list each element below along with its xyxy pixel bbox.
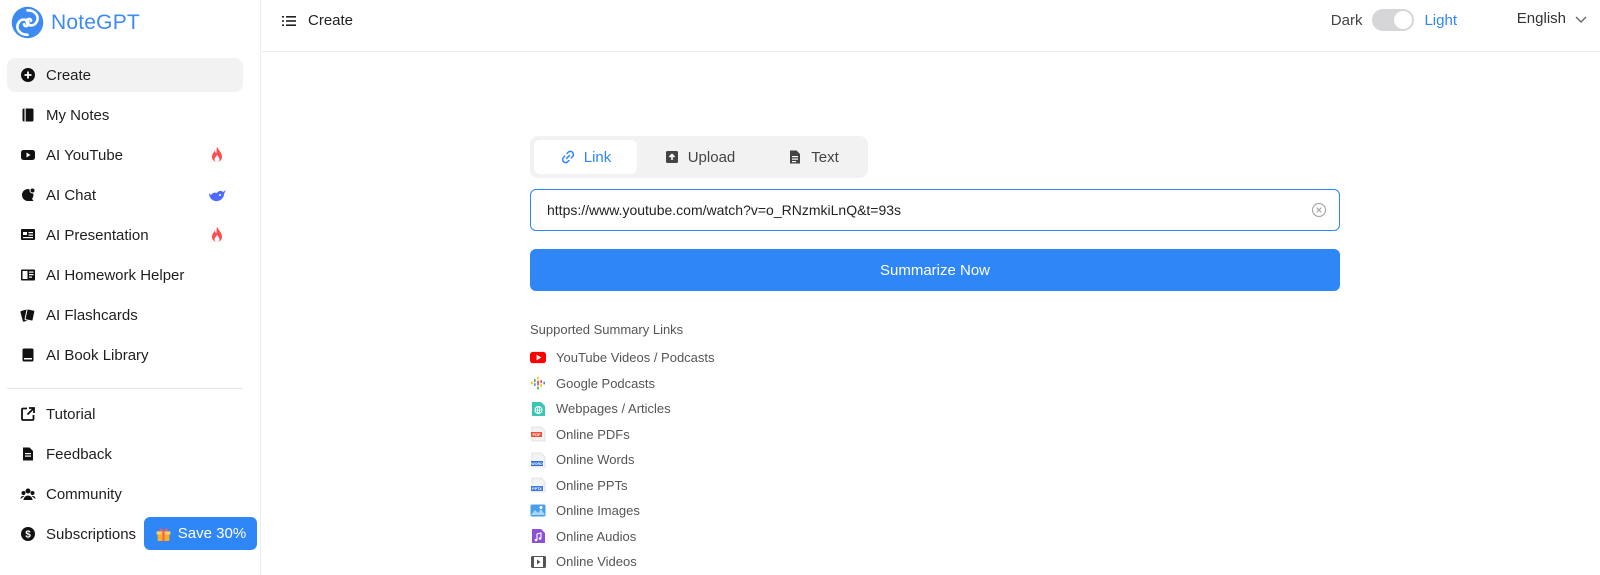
sidebar-item-label: Feedback [46, 445, 112, 463]
homework-icon [19, 266, 37, 284]
sidebar-item-label: AI Chat [46, 186, 97, 204]
sidebar-item-label: AI Presentation [46, 226, 149, 244]
sidebar-item-label: AI YouTube [46, 146, 124, 164]
fire-icon [212, 146, 222, 162]
fire-icon [212, 226, 222, 242]
language-label: English [1516, 10, 1566, 27]
sidebar-item-label: AI Book Library [46, 346, 149, 364]
list-item: WORD Online Words [530, 452, 635, 468]
list-item: YouTube Videos / Podcasts [530, 345, 715, 371]
save-discount-label: Save 30% [177, 525, 247, 542]
url-input-box [530, 189, 1340, 231]
chevron-down-icon [1575, 16, 1587, 23]
language-select[interactable]: English [1517, 10, 1588, 27]
page-title: Create [308, 12, 354, 29]
theme-dark-label: Dark [1330, 11, 1363, 29]
sidebar-item-ai-book-library[interactable]: AI Book Library [7, 338, 243, 372]
google-podcasts-icon [530, 375, 546, 391]
theme-toggle[interactable] [1372, 9, 1415, 31]
logo-text: NoteGPT [51, 10, 140, 34]
ppt-icon: PPTX [530, 477, 546, 493]
list-item: Online Audios [530, 524, 715, 550]
sidebar-divider [7, 388, 243, 389]
svg-text:$: $ [25, 530, 31, 541]
youtube-icon [530, 350, 546, 366]
upload-icon [665, 151, 678, 163]
url-input[interactable] [547, 202, 1311, 218]
sidebar-item-create[interactable]: Create [7, 58, 243, 92]
sidebar-item-ai-homework-helper[interactable]: AI Homework Helper [7, 258, 243, 292]
tab-link[interactable]: Link [534, 140, 637, 174]
word-icon: WORD [530, 452, 546, 468]
supported-links-list: YouTube Videos / Podcasts Google Podcast… [530, 345, 715, 575]
dollar-icon: $ [19, 525, 37, 543]
sidebar-nav: Create My Notes AI YouTube AI Chat AI Pr… [7, 58, 243, 378]
gift-icon [156, 528, 171, 541]
svg-text:PPTX: PPTX [532, 487, 542, 491]
tab-label: Upload [687, 148, 736, 166]
sidebar-item-label: AI Flashcards [46, 306, 138, 324]
theme-switcher: Dark Light [1331, 9, 1457, 31]
audio-icon [530, 528, 546, 544]
sidebar-item-label: Subscriptions [46, 525, 137, 543]
list-item: Google Podcasts [530, 371, 715, 397]
whale-icon [209, 190, 226, 202]
youtube-icon [19, 146, 37, 164]
list-item: Webpages / Articles [530, 396, 715, 422]
video-icon [530, 554, 546, 570]
sidebar-secondary-nav: Tutorial Feedback Community $ Subscripti… [7, 397, 257, 557]
save-discount-button[interactable]: Save 30% [144, 517, 257, 550]
sidebar-item-feedback[interactable]: Feedback [7, 437, 253, 471]
sidebar-item-ai-flashcards[interactable]: AI Flashcards [7, 298, 243, 332]
globe-icon [530, 401, 546, 417]
flashcards-icon [19, 306, 37, 324]
external-link-icon [19, 405, 37, 423]
pdf-icon: PDF [530, 426, 546, 442]
tab-label: Link [583, 148, 612, 166]
tab-label: Text [811, 148, 839, 166]
notegpt-logo-icon [11, 6, 44, 39]
sidebar-item-label: My Notes [46, 106, 110, 124]
sidebar-item-ai-youtube[interactable]: AI YouTube [7, 138, 243, 172]
document-icon [19, 445, 37, 463]
chat-icon [19, 186, 37, 204]
sidebar-item-subscriptions[interactable]: $ Subscriptions Save 30% [7, 517, 257, 551]
tab-upload[interactable]: Upload [637, 140, 762, 174]
input-type-tabs: Link Upload Text [530, 136, 868, 178]
sidebar-item-ai-presentation[interactable]: AI Presentation [7, 218, 243, 252]
sidebar-item-label: Community [46, 485, 122, 503]
menu-toggle-button[interactable]: Create [282, 12, 353, 29]
list-item: PDF Online PDFs [530, 426, 630, 442]
book-icon [19, 346, 37, 364]
tab-text[interactable]: Text [762, 140, 864, 174]
summarize-now-button[interactable]: Summarize Now [530, 249, 1340, 291]
sidebar-item-tutorial[interactable]: Tutorial [7, 397, 253, 431]
logo[interactable]: NoteGPT [10, 5, 140, 40]
svg-text:WORD: WORD [531, 462, 543, 466]
sidebar-item-my-notes[interactable]: My Notes [7, 98, 243, 132]
community-icon [19, 485, 37, 503]
plus-circle-icon [19, 66, 37, 84]
sidebar-item-label: Tutorial [46, 405, 96, 423]
link-icon [561, 150, 574, 164]
sidebar-item-label: Create [46, 66, 92, 84]
list-item: PPTX Online PPTs [530, 477, 628, 493]
presentation-icon [19, 226, 37, 244]
top-header: Create Dark Light English [262, 0, 1600, 52]
list-item: Online Videos [530, 549, 715, 575]
supported-links-title: Supported Summary Links [530, 322, 684, 337]
clear-icon[interactable] [1311, 202, 1327, 218]
svg-text:PDF: PDF [532, 432, 541, 437]
sidebar: NoteGPT Create My Notes AI YouTube AI Ch… [0, 0, 261, 575]
sidebar-item-ai-chat[interactable]: AI Chat [7, 178, 243, 212]
notebook-icon [19, 106, 37, 124]
sidebar-item-community[interactable]: Community [7, 477, 253, 511]
list-item: Online Images [530, 498, 715, 524]
theme-light-label: Light [1424, 11, 1457, 29]
image-icon [530, 503, 546, 519]
sidebar-item-label: AI Homework Helper [46, 266, 185, 284]
text-doc-icon [790, 150, 801, 164]
menu-list-icon [282, 15, 296, 26]
